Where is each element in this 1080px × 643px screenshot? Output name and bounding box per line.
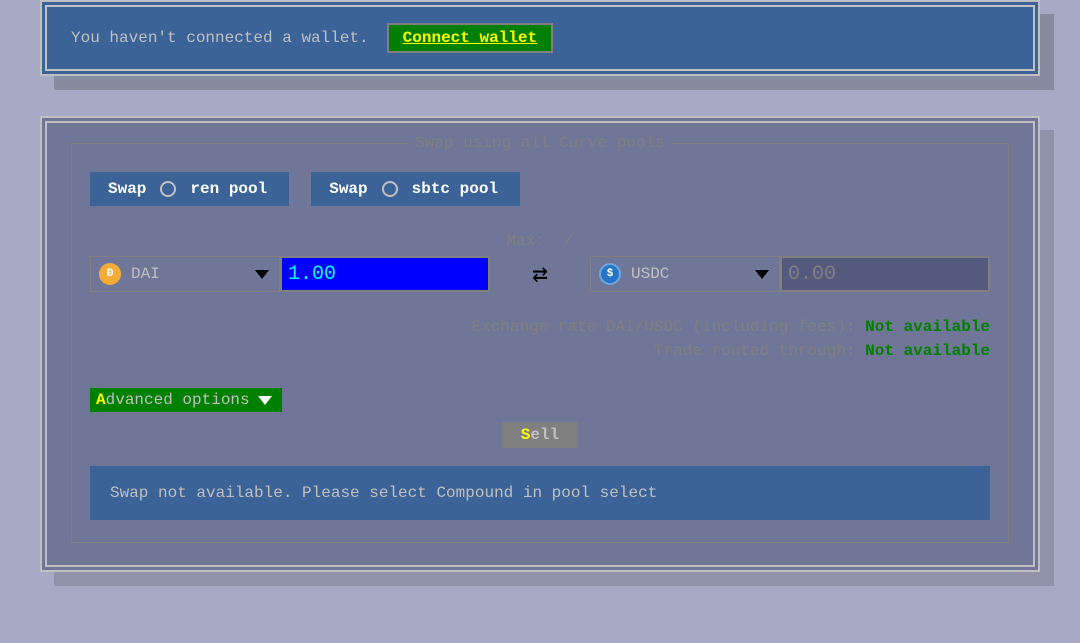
from-group: Ð DAI xyxy=(90,256,490,292)
usdc-icon: $ xyxy=(599,263,621,285)
swap-row: Ð DAI ⇄ $ USDC xyxy=(90,256,990,292)
max-label: Max: / xyxy=(90,232,990,250)
radio-icon xyxy=(160,181,176,197)
pool-label: sbtc pool xyxy=(412,180,498,198)
to-token-select[interactable]: $ USDC xyxy=(590,256,780,292)
advanced-label-rest: dvanced options xyxy=(106,391,250,409)
route-label: Trade routed through: xyxy=(654,342,856,360)
swap-unavailable-notice: Swap not available. Please select Compou… xyxy=(90,466,990,520)
advanced-options-button[interactable]: Advanced options xyxy=(90,388,282,412)
radio-icon xyxy=(382,181,398,197)
connect-wallet-button[interactable]: Connect wallet xyxy=(387,23,553,53)
to-token-name: USDC xyxy=(631,265,745,283)
to-group: $ USDC xyxy=(590,256,990,292)
chevron-down-icon xyxy=(755,270,769,279)
chevron-down-icon xyxy=(255,270,269,279)
pool-label: ren pool xyxy=(190,180,267,198)
pool-button-sbtc[interactable]: Swap sbtc pool xyxy=(311,172,520,206)
exchange-rate-line: Exchange rate DAI/USDC (including fees):… xyxy=(90,318,990,336)
chevron-down-icon xyxy=(258,396,272,405)
swap-label: Swap xyxy=(329,180,367,198)
swap-fieldset: Swap using all Curve pools Swap ren pool… xyxy=(71,143,1009,543)
pool-buttons-row: Swap ren pool Swap sbtc pool xyxy=(90,172,990,206)
wallet-status-text: You haven't connected a wallet. xyxy=(71,29,369,47)
route-value: Not available xyxy=(865,342,990,360)
sell-label-rest: ell xyxy=(530,426,559,444)
exchange-rate-label: Exchange rate DAI/USDC (including fees): xyxy=(472,318,856,336)
from-token-select[interactable]: Ð DAI xyxy=(90,256,280,292)
route-line: Trade routed through: Not available xyxy=(90,342,990,360)
fieldset-legend: Swap using all Curve pools xyxy=(407,134,673,152)
advanced-hotkey: A xyxy=(96,391,106,409)
sell-button[interactable]: Sell xyxy=(502,422,578,448)
dai-icon: Ð xyxy=(99,263,121,285)
swap-direction-icon[interactable]: ⇄ xyxy=(528,259,552,290)
from-token-name: DAI xyxy=(131,265,245,283)
from-amount-input[interactable] xyxy=(280,256,490,292)
sell-hotkey: S xyxy=(521,426,531,444)
pool-button-ren[interactable]: Swap ren pool xyxy=(90,172,289,206)
wallet-banner: You haven't connected a wallet. Connect … xyxy=(40,0,1040,76)
exchange-rate-value: Not available xyxy=(865,318,990,336)
to-amount-input[interactable] xyxy=(780,256,990,292)
swap-panel: Swap using all Curve pools Swap ren pool… xyxy=(40,116,1040,572)
swap-label: Swap xyxy=(108,180,146,198)
